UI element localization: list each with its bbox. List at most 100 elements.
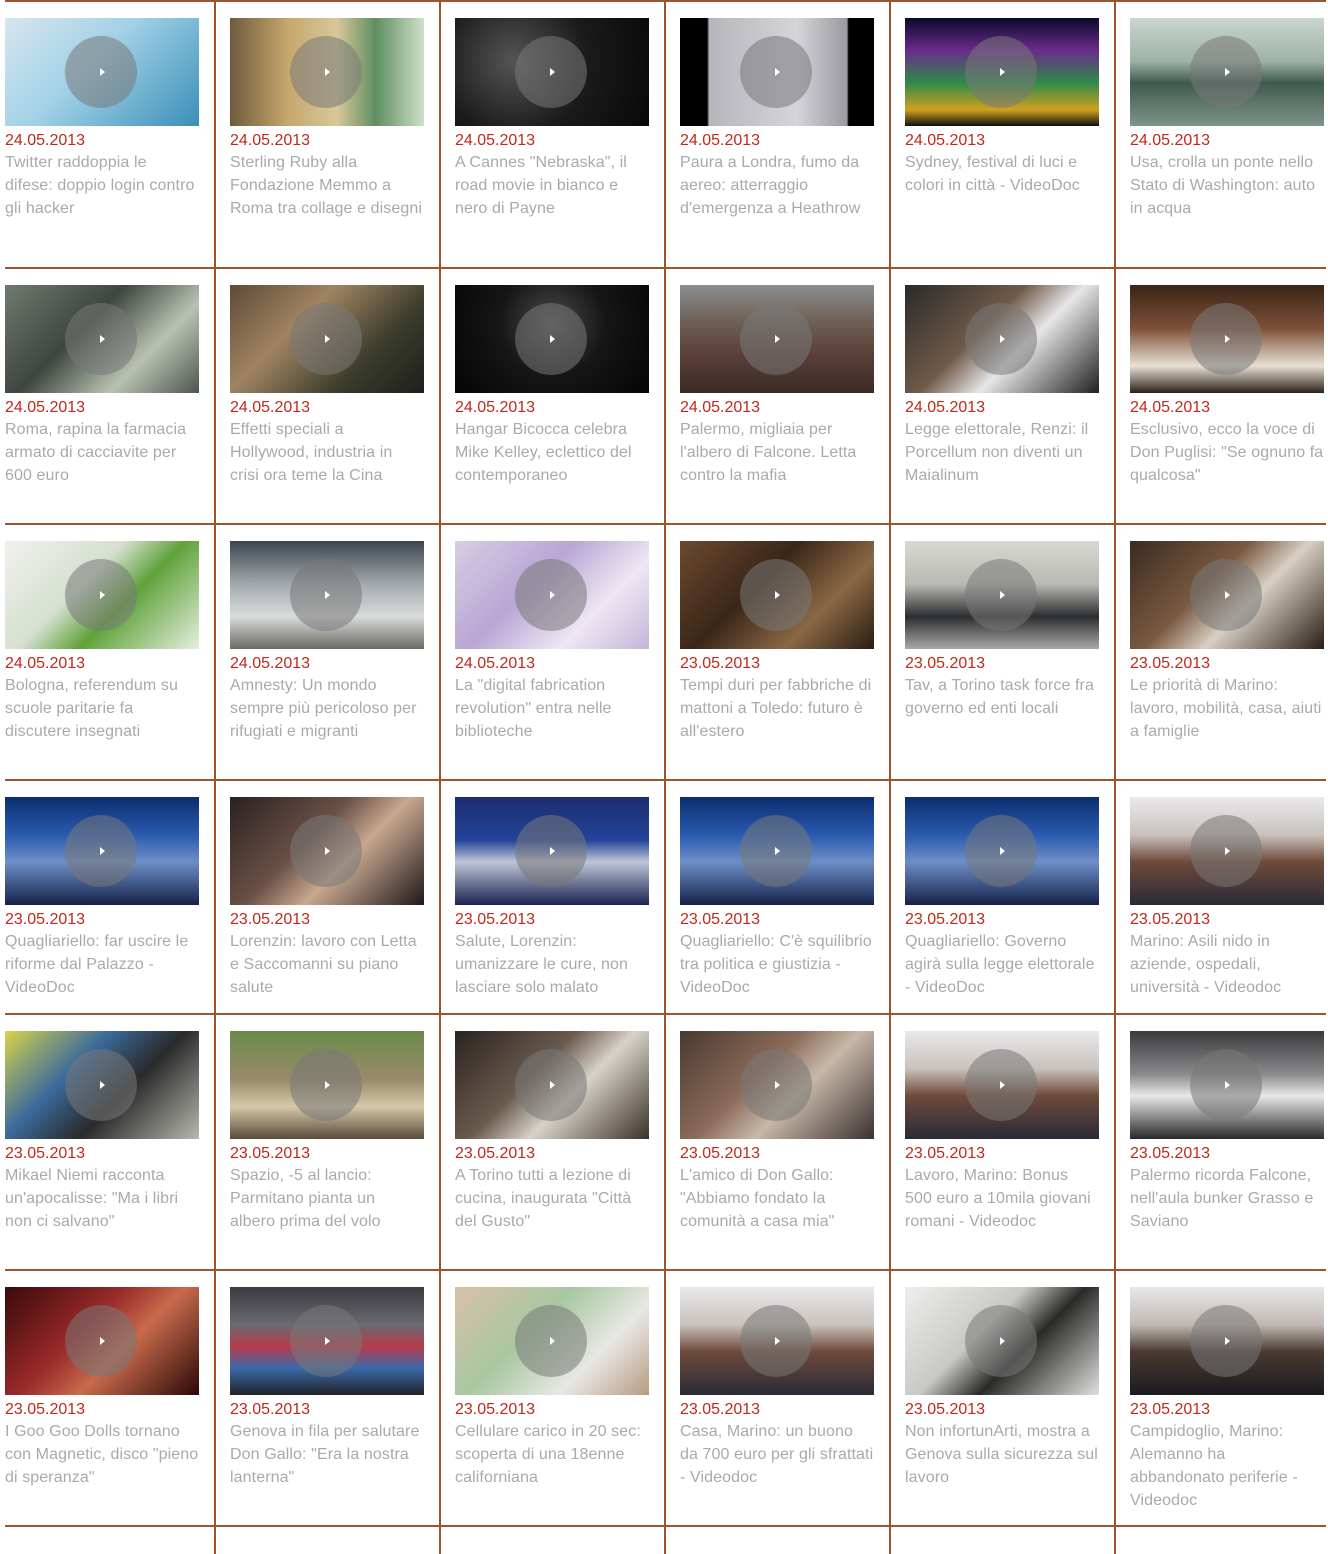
play-icon[interactable] bbox=[965, 559, 1037, 631]
video-card[interactable]: 23.05.2013 Cellulare carico in 20 sec: sc… bbox=[455, 1287, 649, 1489]
video-card[interactable]: 23.05.2013 Marino: Asili nido in aziende,… bbox=[1130, 797, 1324, 999]
video-thumbnail[interactable] bbox=[680, 1287, 874, 1395]
play-icon[interactable] bbox=[965, 36, 1037, 108]
video-thumbnail[interactable] bbox=[905, 541, 1099, 649]
video-card[interactable]: 24.05.2013 Sydney, festival di luci e col… bbox=[905, 18, 1099, 197]
video-title-link[interactable]: Le priorità di Marino: lavoro, mobilità,… bbox=[1130, 674, 1324, 743]
video-card[interactable]: 23.05.2013 Spazio, -5 al lancio: Parmitan… bbox=[230, 1031, 424, 1233]
video-card[interactable]: 23.05.2013 Non infortunArti, mostra a Gen… bbox=[905, 1287, 1099, 1489]
video-thumbnail[interactable] bbox=[1130, 797, 1324, 905]
video-title-link[interactable]: Paura a Londra, fumo da aereo: atterragg… bbox=[680, 151, 874, 220]
video-thumbnail[interactable] bbox=[1130, 1031, 1324, 1139]
video-card[interactable]: 23.05.2013 Casa, Marino: un buono da 700 … bbox=[680, 1287, 874, 1489]
video-card[interactable]: 23.05.2013 Quagliariello: far uscire le r… bbox=[5, 797, 199, 999]
video-thumbnail[interactable] bbox=[230, 541, 424, 649]
play-icon[interactable] bbox=[740, 815, 812, 887]
video-thumbnail[interactable] bbox=[905, 797, 1099, 905]
play-icon[interactable] bbox=[65, 303, 137, 375]
video-thumbnail[interactable] bbox=[680, 18, 874, 126]
play-icon[interactable] bbox=[1190, 815, 1262, 887]
play-icon[interactable] bbox=[965, 303, 1037, 375]
play-icon[interactable] bbox=[515, 303, 587, 375]
play-icon[interactable] bbox=[65, 36, 137, 108]
video-title-link[interactable]: Lorenzin: lavoro con Letta e Saccomanni … bbox=[230, 930, 424, 999]
video-thumbnail[interactable] bbox=[680, 541, 874, 649]
play-icon[interactable] bbox=[1190, 36, 1262, 108]
video-title-link[interactable]: Palermo, migliaia per l'albero di Falcon… bbox=[680, 418, 874, 487]
video-title-link[interactable]: Usa, crolla un ponte nello Stato di Wash… bbox=[1130, 151, 1324, 220]
video-card[interactable]: 24.05.2013 A Cannes "Nebraska", il road m… bbox=[455, 18, 649, 220]
play-icon[interactable] bbox=[1190, 1305, 1262, 1377]
video-thumbnail[interactable] bbox=[455, 1287, 649, 1395]
video-title-link[interactable]: Campidoglio, Marino: Alemanno ha abbando… bbox=[1130, 1420, 1324, 1512]
video-thumbnail[interactable] bbox=[680, 285, 874, 393]
video-card[interactable]: 23.05.2013 Palermo ricorda Falcone, nell'… bbox=[1130, 1031, 1324, 1233]
play-icon[interactable] bbox=[515, 815, 587, 887]
video-title-link[interactable]: A Torino tutti a lezione di cucina, inau… bbox=[455, 1164, 649, 1233]
video-thumbnail[interactable] bbox=[455, 18, 649, 126]
video-thumbnail[interactable] bbox=[905, 1287, 1099, 1395]
video-card[interactable]: 23.05.2013 Genova in fila per salutare Do… bbox=[230, 1287, 424, 1489]
video-thumbnail[interactable] bbox=[1130, 285, 1324, 393]
play-icon[interactable] bbox=[65, 559, 137, 631]
video-card[interactable]: 24.05.2013 Bologna, referendum su scuole … bbox=[5, 541, 199, 743]
video-title-link[interactable]: Quagliariello: C'è squilibrio tra politi… bbox=[680, 930, 874, 999]
video-card[interactable]: 23.05.2013 Lavoro, Marino: Bonus 500 euro… bbox=[905, 1031, 1099, 1233]
video-thumbnail[interactable] bbox=[680, 1031, 874, 1139]
video-title-link[interactable]: Hangar Bicocca celebra Mike Kelley, ecle… bbox=[455, 418, 649, 487]
video-title-link[interactable]: Quagliariello: Governo agirà sulla legge… bbox=[905, 930, 1099, 999]
video-title-link[interactable]: Salute, Lorenzin: umanizzare le cure, no… bbox=[455, 930, 649, 999]
video-thumbnail[interactable] bbox=[5, 797, 199, 905]
video-title-link[interactable]: Legge elettorale, Renzi: il Porcellum no… bbox=[905, 418, 1099, 487]
video-card[interactable]: 24.05.2013 Esclusivo, ecco la voce di Don… bbox=[1130, 285, 1324, 487]
play-icon[interactable] bbox=[740, 303, 812, 375]
video-thumbnail[interactable] bbox=[905, 1031, 1099, 1139]
video-card[interactable]: 23.05.2013 L'amico di Don Gallo: "Abbiamo… bbox=[680, 1031, 874, 1233]
play-icon[interactable] bbox=[290, 559, 362, 631]
video-thumbnail[interactable] bbox=[455, 285, 649, 393]
video-thumbnail[interactable] bbox=[905, 285, 1099, 393]
video-title-link[interactable]: Palermo ricorda Falcone, nell'aula bunke… bbox=[1130, 1164, 1324, 1233]
play-icon[interactable] bbox=[65, 1305, 137, 1377]
video-thumbnail[interactable] bbox=[455, 1031, 649, 1139]
video-title-link[interactable]: Marino: Asili nido in aziende, ospedali,… bbox=[1130, 930, 1324, 999]
play-icon[interactable] bbox=[740, 559, 812, 631]
video-card[interactable]: 24.05.2013 Palermo, migliaia per l'albero… bbox=[680, 285, 874, 487]
video-card[interactable]: 23.05.2013 Lorenzin: lavoro con Letta e S… bbox=[230, 797, 424, 999]
video-title-link[interactable]: Sydney, festival di luci e colori in cit… bbox=[905, 151, 1099, 197]
video-card[interactable]: 24.05.2013 Paura a Londra, fumo da aereo:… bbox=[680, 18, 874, 220]
play-icon[interactable] bbox=[965, 1305, 1037, 1377]
play-icon[interactable] bbox=[290, 815, 362, 887]
play-icon[interactable] bbox=[740, 36, 812, 108]
play-icon[interactable] bbox=[1190, 1049, 1262, 1121]
video-title-link[interactable]: L'amico di Don Gallo: "Abbiamo fondato l… bbox=[680, 1164, 874, 1233]
play-icon[interactable] bbox=[515, 1049, 587, 1121]
video-card[interactable]: 23.05.2013 Tav, a Torino task force fra g… bbox=[905, 541, 1099, 720]
video-title-link[interactable]: Cellulare carico in 20 sec: scoperta di … bbox=[455, 1420, 649, 1489]
video-card[interactable]: 24.05.2013 Usa, crolla un ponte nello Sta… bbox=[1130, 18, 1324, 220]
video-title-link[interactable]: Tempi duri per fabbriche di mattoni a To… bbox=[680, 674, 874, 743]
video-title-link[interactable]: Amnesty: Un mondo sempre più pericoloso … bbox=[230, 674, 424, 743]
play-icon[interactable] bbox=[965, 815, 1037, 887]
video-thumbnail[interactable] bbox=[230, 1031, 424, 1139]
video-thumbnail[interactable] bbox=[1130, 541, 1324, 649]
video-thumbnail[interactable] bbox=[905, 18, 1099, 126]
play-icon[interactable] bbox=[515, 1305, 587, 1377]
video-card[interactable]: 24.05.2013 Twitter raddoppia le difese: d… bbox=[5, 18, 199, 220]
video-title-link[interactable]: Quagliariello: far uscire le riforme dal… bbox=[5, 930, 199, 999]
video-thumbnail[interactable] bbox=[5, 285, 199, 393]
video-thumbnail[interactable] bbox=[1130, 18, 1324, 126]
video-card[interactable]: 23.05.2013 Le priorità di Marino: lavoro,… bbox=[1130, 541, 1324, 743]
play-icon[interactable] bbox=[1190, 303, 1262, 375]
play-icon[interactable] bbox=[740, 1049, 812, 1121]
video-thumbnail[interactable] bbox=[5, 1031, 199, 1139]
video-card[interactable]: 24.05.2013 Legge elettorale, Renzi: il Po… bbox=[905, 285, 1099, 487]
video-title-link[interactable]: A Cannes "Nebraska", il road movie in bi… bbox=[455, 151, 649, 220]
video-card[interactable]: 23.05.2013 Salute, Lorenzin: umanizzare l… bbox=[455, 797, 649, 999]
video-title-link[interactable]: Casa, Marino: un buono da 700 euro per g… bbox=[680, 1420, 874, 1489]
video-thumbnail[interactable] bbox=[230, 285, 424, 393]
video-card[interactable]: 23.05.2013 Quagliariello: C'è squilibrio … bbox=[680, 797, 874, 999]
play-icon[interactable] bbox=[515, 36, 587, 108]
video-thumbnail[interactable] bbox=[680, 797, 874, 905]
play-icon[interactable] bbox=[290, 36, 362, 108]
